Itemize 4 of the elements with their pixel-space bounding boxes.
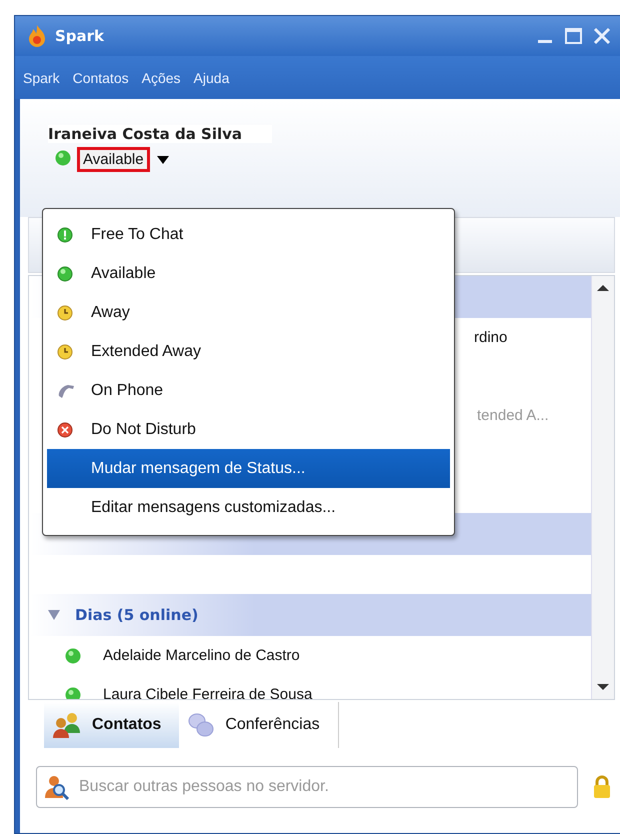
group-name: Dias (5 online) (75, 606, 198, 624)
user-name: Iraneiva Costa da Silva (48, 125, 272, 143)
contact-status: tended A... (477, 407, 549, 424)
window-title: Spark (55, 27, 104, 45)
